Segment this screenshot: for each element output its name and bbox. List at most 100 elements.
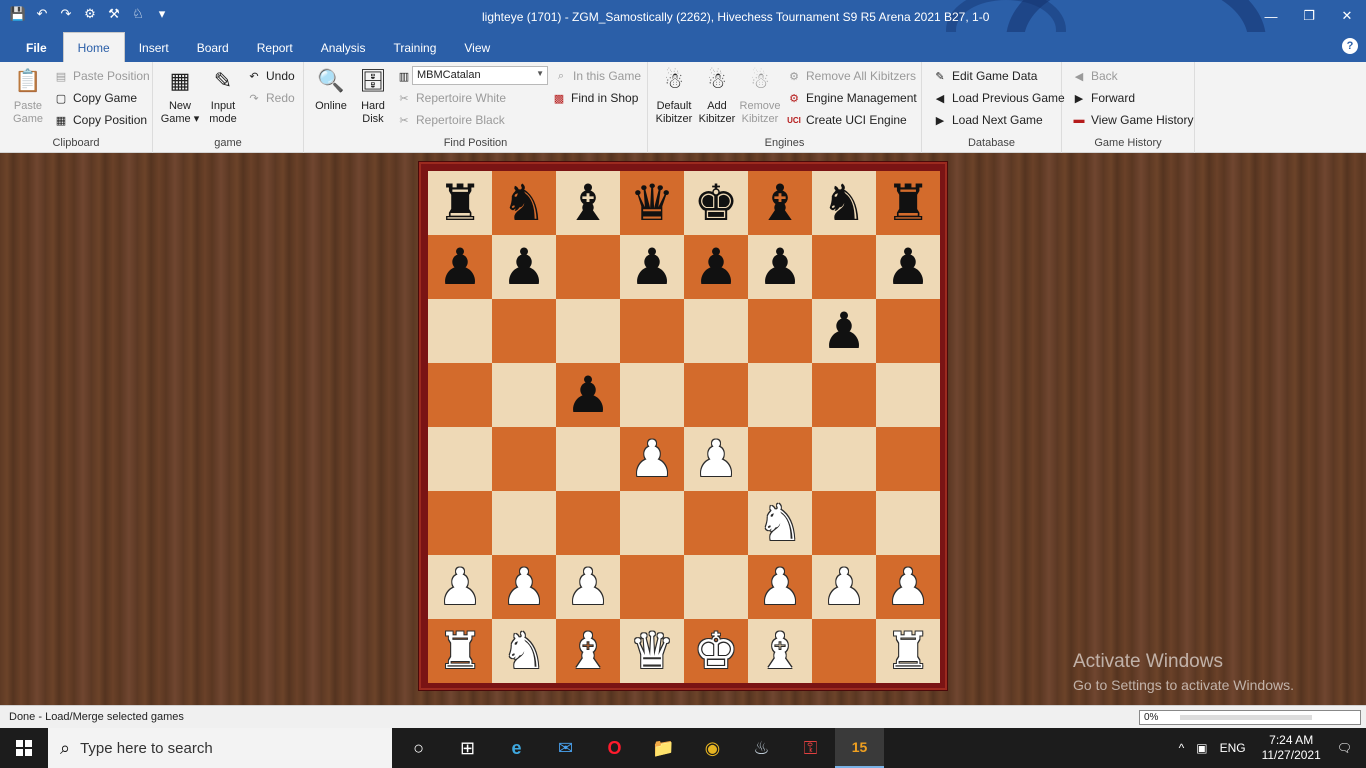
remove-all-kibitzers-button[interactable]: ⚙ Remove All Kibitzers	[787, 67, 916, 85]
black-rook-icon[interactable]: ♜	[438, 171, 483, 235]
square-e3[interactable]	[684, 491, 748, 555]
square-f5[interactable]	[748, 363, 812, 427]
square-f4[interactable]	[748, 427, 812, 491]
mail-icon[interactable]: ✉	[541, 728, 590, 768]
square-g1[interactable]	[812, 619, 876, 683]
square-e2[interactable]	[684, 555, 748, 619]
black-pawn-icon[interactable]: ♟	[822, 299, 867, 363]
square-h5[interactable]	[876, 363, 940, 427]
black-knight-icon[interactable]: ♞	[502, 171, 547, 235]
customize-qat-icon[interactable]: ▾	[154, 6, 170, 22]
default-kibitzer-button[interactable]: ☃ Default Kibitzer	[652, 66, 696, 126]
white-pawn-icon[interactable]: ♟	[566, 555, 611, 619]
square-g2[interactable]: ♟	[812, 555, 876, 619]
square-a2[interactable]: ♟	[428, 555, 492, 619]
file-explorer-icon[interactable]: 📁	[639, 728, 688, 768]
app-key-icon[interactable]: ⚿	[786, 728, 835, 768]
square-f3[interactable]: ♞	[748, 491, 812, 555]
square-d8[interactable]: ♛	[620, 171, 684, 235]
square-a1[interactable]: ♜	[428, 619, 492, 683]
square-d6[interactable]	[620, 299, 684, 363]
square-g7[interactable]	[812, 235, 876, 299]
close-button[interactable]: ✕	[1328, 0, 1366, 32]
paste-game-button[interactable]: 📋 Paste Game	[6, 66, 50, 126]
white-pawn-icon[interactable]: ♟	[630, 427, 675, 491]
tab-insert[interactable]: Insert	[125, 34, 183, 62]
save-icon[interactable]: 💾	[10, 6, 26, 22]
white-pawn-icon[interactable]: ♟	[822, 555, 867, 619]
white-pawn-icon[interactable]: ♟	[694, 427, 739, 491]
copy-game-button[interactable]: ▢ Copy Game	[54, 89, 137, 107]
tray-overflow-icon[interactable]: ^	[1179, 741, 1185, 755]
square-f1[interactable]: ♝	[748, 619, 812, 683]
tab-home[interactable]: Home	[62, 32, 125, 62]
find-in-shop-button[interactable]: ▩ Find in Shop	[552, 89, 639, 107]
square-a4[interactable]	[428, 427, 492, 491]
square-c3[interactable]	[556, 491, 620, 555]
tab-board[interactable]: Board	[183, 34, 243, 62]
view-game-history-button[interactable]: ▬ View Game History	[1072, 111, 1194, 129]
square-a8[interactable]: ♜	[428, 171, 492, 235]
task-view-icon[interactable]: ⊞	[443, 728, 492, 768]
square-f2[interactable]: ♟	[748, 555, 812, 619]
black-pawn-icon[interactable]: ♟	[566, 363, 611, 427]
help-icon[interactable]: ?	[1342, 38, 1358, 54]
square-g8[interactable]: ♞	[812, 171, 876, 235]
edge-icon[interactable]: e	[492, 728, 541, 768]
remove-kibitzer-button[interactable]: ☃ Remove Kibitzer	[738, 66, 782, 126]
square-h8[interactable]: ♜	[876, 171, 940, 235]
square-c7[interactable]	[556, 235, 620, 299]
black-pawn-icon[interactable]: ♟	[758, 235, 803, 299]
square-e8[interactable]: ♚	[684, 171, 748, 235]
square-c2[interactable]: ♟	[556, 555, 620, 619]
square-b6[interactable]	[492, 299, 556, 363]
copy-position-button[interactable]: ▦ Copy Position	[54, 111, 147, 129]
square-b4[interactable]	[492, 427, 556, 491]
black-pawn-icon[interactable]: ♟	[438, 235, 483, 299]
input-mode-button[interactable]: ✎ Input mode	[201, 66, 245, 126]
black-bishop-icon[interactable]: ♝	[758, 171, 803, 235]
square-b8[interactable]: ♞	[492, 171, 556, 235]
redo-icon[interactable]: ↷	[58, 6, 74, 22]
square-c6[interactable]	[556, 299, 620, 363]
paste-position-button[interactable]: ▤ Paste Position	[54, 67, 150, 85]
chrome-icon[interactable]: ◉	[688, 728, 737, 768]
settings-icon[interactable]: ⚙	[82, 6, 98, 22]
white-knight-icon[interactable]: ♞	[502, 619, 547, 683]
white-knight-icon[interactable]: ♞	[758, 491, 803, 555]
add-kibitzer-button[interactable]: ☃ Add Kibitzer	[695, 66, 739, 126]
white-queen-icon[interactable]: ♛	[630, 619, 675, 683]
square-h3[interactable]	[876, 491, 940, 555]
black-pawn-icon[interactable]: ♟	[694, 235, 739, 299]
undo-button[interactable]: ↶ Undo	[247, 67, 294, 85]
square-e1[interactable]: ♚	[684, 619, 748, 683]
engine-management-button[interactable]: ⚙ Engine Management	[787, 89, 917, 107]
black-rook-icon[interactable]: ♜	[886, 171, 931, 235]
square-b2[interactable]: ♟	[492, 555, 556, 619]
square-g6[interactable]: ♟	[812, 299, 876, 363]
redo-button[interactable]: ↷ Redo	[247, 89, 294, 107]
tab-training[interactable]: Training	[379, 34, 450, 62]
square-b5[interactable]	[492, 363, 556, 427]
new-game-button[interactable]: ▦ New Game ▾	[158, 66, 202, 126]
chess-board[interactable]: ♜ ♞ ♝ ♛ ♚ ♝ ♞ ♜ ♟ ♟ ♟ ♟ ♟ ♟ ♟ ♟ ♟ ♟ ♞ ♟ ♟ ♟ ♟ ♟ ♟ ♜ ♞ ♝ ♛ ♚ ♝ ♜	[428, 171, 940, 683]
square-g3[interactable]	[812, 491, 876, 555]
white-pawn-icon[interactable]: ♟	[438, 555, 483, 619]
square-d4[interactable]: ♟	[620, 427, 684, 491]
square-e6[interactable]	[684, 299, 748, 363]
square-h2[interactable]: ♟	[876, 555, 940, 619]
network-icon[interactable]: ▣	[1196, 741, 1207, 755]
square-e5[interactable]	[684, 363, 748, 427]
chevron-down-icon[interactable]: ▼	[536, 69, 544, 78]
square-d1[interactable]: ♛	[620, 619, 684, 683]
square-c4[interactable]	[556, 427, 620, 491]
square-d5[interactable]	[620, 363, 684, 427]
black-king-icon[interactable]: ♚	[694, 171, 739, 235]
white-rook-icon[interactable]: ♜	[886, 619, 931, 683]
square-a6[interactable]	[428, 299, 492, 363]
square-b7[interactable]: ♟	[492, 235, 556, 299]
square-d2[interactable]	[620, 555, 684, 619]
tools-icon[interactable]: ⚒	[106, 6, 122, 22]
edit-game-data-button[interactable]: ✎ Edit Game Data	[933, 67, 1037, 85]
square-h6[interactable]	[876, 299, 940, 363]
